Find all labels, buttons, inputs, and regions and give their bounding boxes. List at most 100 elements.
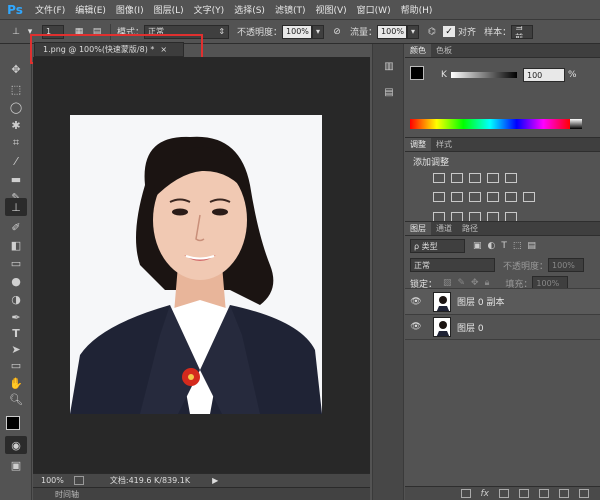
channel-mixer-icon[interactable] [505, 191, 517, 202]
new-layer-icon[interactable] [559, 489, 569, 498]
move-tool-icon[interactable]: ✥ [5, 60, 27, 78]
opacity-dropdown[interactable]: ▾ [312, 24, 325, 39]
collapsed-panel-column: ▥ ▤ [372, 44, 404, 500]
layer-name[interactable]: 图层 0 副本 [457, 295, 504, 308]
layer-mask-icon[interactable] [499, 489, 509, 498]
export-icon[interactable] [73, 476, 84, 485]
adjust-heading: 添加调整 [413, 158, 450, 168]
app-logo: Ps [7, 2, 23, 17]
tab-adjustments[interactable]: 调整 [405, 138, 431, 151]
levels-icon[interactable] [451, 173, 463, 183]
gradient-tool-icon[interactable]: ▭ [5, 254, 27, 272]
channel-label: K [441, 70, 447, 80]
dodge-tool-icon[interactable]: ◑ [5, 290, 27, 308]
flow-input[interactable]: 100% [377, 24, 408, 39]
blend-row: 正常 不透明度： 100% [405, 256, 600, 274]
sample-dropdown[interactable]: 当前 [511, 24, 534, 39]
group-folder-icon[interactable] [539, 489, 549, 498]
menu-file[interactable]: 文件(F) [30, 3, 70, 16]
link-layers-icon[interactable] [460, 489, 471, 498]
color-fg-swatch[interactable] [410, 66, 424, 80]
opacity-input[interactable]: 100% [282, 24, 313, 39]
properties-panel-icon[interactable]: ▤ [379, 84, 399, 100]
layer-row[interactable]: 👁︎ 图层 0 副本 [405, 288, 600, 314]
tab-layers[interactable]: 图层 [405, 222, 431, 235]
adjustment-layer-icon[interactable] [519, 489, 529, 498]
trash-icon[interactable] [579, 489, 589, 498]
eyedropper-tool-icon[interactable]: ⁄ [5, 152, 27, 170]
color-panel: 颜色 色板 K 100 % [405, 44, 600, 129]
menu-layer[interactable]: 图层(L) [149, 3, 189, 16]
menu-edit[interactable]: 编辑(E) [70, 3, 111, 16]
foreground-color-swatch[interactable] [6, 416, 20, 430]
black-white-icon[interactable] [469, 191, 481, 202]
filter-icons[interactable]: ▣◐T⬚▤ [473, 241, 542, 251]
tab-swatches[interactable]: 色板 [431, 44, 457, 57]
curves-icon[interactable] [469, 173, 481, 183]
status-arrow-icon[interactable]: ▶ [212, 476, 218, 485]
align-label: 对齐 [458, 28, 477, 38]
vibrance-icon[interactable] [505, 173, 517, 183]
timeline-tab[interactable]: 时间轴 [33, 487, 370, 500]
quick-mask-icon[interactable]: ◉ [5, 436, 27, 454]
blur-tool-icon[interactable]: ● [5, 272, 27, 290]
k-value-input[interactable]: 100 [523, 68, 565, 82]
sample-label: 样本： [484, 28, 512, 38]
history-panel-icon[interactable]: ▥ [379, 58, 399, 74]
zoom-tool-icon[interactable]: 🔍︎ [5, 390, 27, 408]
tab-color[interactable]: 颜色 [405, 44, 431, 57]
zoom-level[interactable]: 100% [41, 476, 64, 485]
menu-select[interactable]: 选择(S) [229, 3, 270, 16]
photo-filter-icon[interactable] [487, 191, 499, 202]
menu-window[interactable]: 窗口(W) [352, 3, 396, 16]
color-balance-icon[interactable] [451, 191, 463, 202]
lock-icons[interactable]: ▨✎✥🔒︎ [443, 278, 495, 288]
k-slider[interactable] [451, 72, 517, 78]
menu-image[interactable]: 图像(I) [111, 3, 149, 16]
layer-filter-dropdown[interactable]: ρ 类型 [410, 239, 465, 253]
blend-mode-dropdown[interactable]: 正常 [410, 258, 495, 272]
layer-row[interactable]: 👁︎ 图层 0 [405, 314, 600, 340]
fx-icon[interactable]: fx [481, 489, 490, 499]
percent-unit: % [568, 70, 577, 80]
clone-stamp-tool-icon[interactable]: ⊥ [5, 198, 27, 216]
align-checkbox[interactable]: ✓ [443, 26, 456, 37]
menu-filter[interactable]: 滤镜(T) [270, 3, 311, 16]
tab-styles[interactable]: 样式 [431, 138, 457, 151]
magic-wand-tool-icon[interactable]: ✱ [5, 116, 27, 134]
blend-mode-value: 正常 [414, 260, 430, 270]
layer-name[interactable]: 图层 0 [457, 321, 484, 334]
hue-saturation-icon[interactable] [433, 191, 445, 202]
tab-paths[interactable]: 路径 [457, 222, 483, 235]
exposure-icon[interactable] [487, 173, 499, 183]
menu-bar: Ps 文件(F) 编辑(E) 图像(I) 图层(L) 文字(Y) 选择(S) 滤… [0, 0, 600, 20]
layers-panel: 图层 通道 路径 ρ 类型 ▣◐T⬚▤ 正常 不透明度： 100% 锁定： ▨✎… [405, 221, 600, 500]
portrait-photo[interactable] [70, 115, 322, 414]
color-spectrum[interactable] [410, 119, 570, 129]
menu-view[interactable]: 视图(V) [310, 3, 351, 16]
eye-icon[interactable]: 👁︎ [405, 297, 427, 307]
crop-tool-icon[interactable]: ⌗ [5, 134, 27, 152]
menu-type[interactable]: 文字(Y) [189, 3, 230, 16]
timeline-label: 时间轴 [55, 489, 79, 499]
tools-panel: ✥ ⬚ ◯ ✱ ⌗ ⁄ ▬ ✎ ⊥ ✐ ◧ ▭ ● ◑ ✒ T ➤ ▭ ✋ 🔍︎… [0, 44, 32, 500]
tab-channels[interactable]: 通道 [431, 222, 457, 235]
lasso-tool-icon[interactable]: ◯ [5, 98, 27, 116]
color-lookup-icon[interactable] [523, 191, 535, 202]
airbrush-icon[interactable]: ⌬ [423, 24, 441, 40]
flow-dropdown[interactable]: ▾ [407, 24, 420, 39]
brightness-icon[interactable] [433, 173, 445, 183]
grayscale-ramp[interactable] [570, 119, 582, 129]
marquee-tool-icon[interactable]: ⬚ [5, 80, 27, 98]
healing-brush-tool-icon[interactable]: ▬ [5, 170, 27, 188]
screen-mode-icon[interactable]: ▣ [5, 456, 27, 474]
clone-stamp-tool-icon[interactable]: ⊥ [6, 24, 26, 40]
history-brush-tool-icon[interactable]: ✐ [5, 218, 27, 236]
rectangle-tool-icon[interactable]: ▭ [5, 356, 27, 374]
eye-icon[interactable]: 👁︎ [405, 322, 427, 332]
menu-help[interactable]: 帮助(H) [396, 3, 438, 16]
pressure-opacity-icon[interactable]: ⊘ [328, 24, 346, 40]
layer-opacity-input[interactable]: 100% [548, 258, 585, 272]
layer-opacity-label: 不透明度： [503, 261, 549, 272]
eraser-tool-icon[interactable]: ◧ [5, 236, 27, 254]
